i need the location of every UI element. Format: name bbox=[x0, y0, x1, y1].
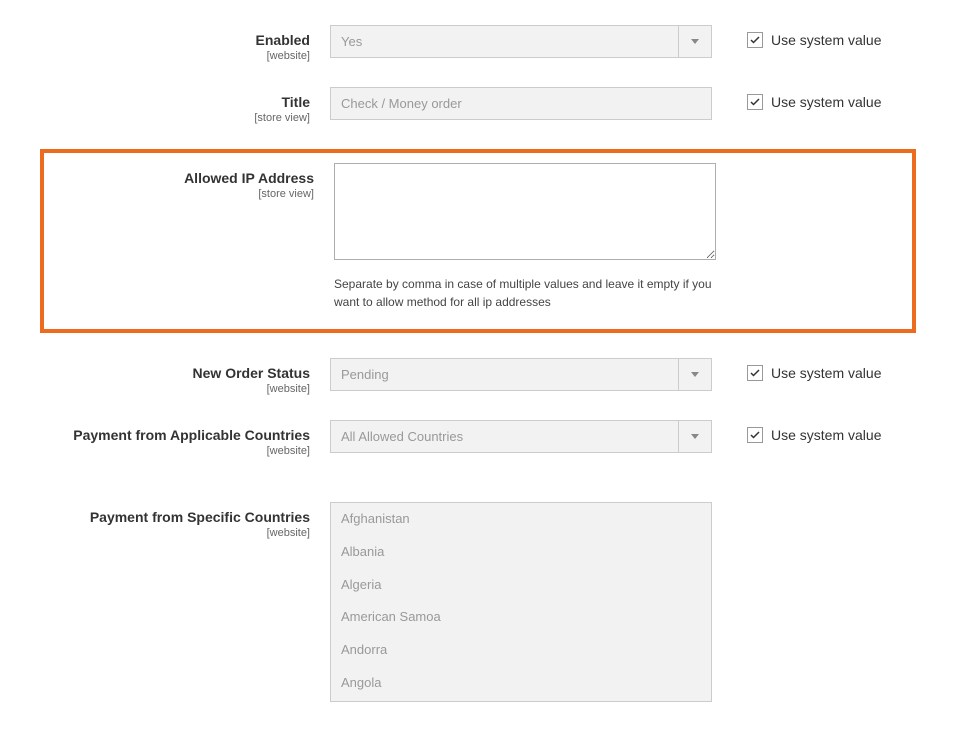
payment-applicable-use-system-checkbox[interactable] bbox=[747, 427, 763, 443]
country-option[interactable]: Afghanistan bbox=[331, 503, 711, 536]
label-col: Enabled [website] bbox=[40, 25, 330, 62]
new-order-status-value: Pending bbox=[331, 367, 678, 382]
enabled-use-system-checkbox[interactable] bbox=[747, 32, 763, 48]
new-order-status-use-system-checkbox[interactable] bbox=[747, 365, 763, 381]
label-col: Allowed IP Address [store view] bbox=[44, 163, 334, 200]
title-input[interactable]: Check / Money order bbox=[330, 87, 712, 120]
allowed-ip-textarea[interactable] bbox=[334, 163, 716, 260]
label-col: Payment from Specific Countries [website… bbox=[40, 502, 330, 539]
label-col: Title [store view] bbox=[40, 87, 330, 124]
payment-applicable-value: All Allowed Countries bbox=[331, 429, 678, 444]
allowed-ip-label: Allowed IP Address bbox=[44, 170, 314, 186]
enabled-scope: [website] bbox=[40, 50, 310, 62]
use-system-wrap: Use system value bbox=[747, 25, 881, 48]
enabled-select[interactable]: Yes bbox=[330, 25, 712, 58]
use-system-label: Use system value bbox=[771, 365, 881, 381]
chevron-down-icon bbox=[678, 26, 711, 57]
payment-applicable-scope: [website] bbox=[40, 445, 310, 457]
row-enabled: Enabled [website] Yes Use system value bbox=[40, 25, 916, 62]
title-value: Check / Money order bbox=[331, 96, 711, 111]
control-col: Check / Money order bbox=[330, 87, 712, 120]
country-option[interactable]: Andorra bbox=[331, 634, 711, 667]
spacer bbox=[40, 482, 916, 502]
payment-applicable-label: Payment from Applicable Countries bbox=[40, 427, 310, 443]
payment-specific-label: Payment from Specific Countries bbox=[40, 509, 310, 525]
allowed-ip-note: Separate by comma in case of multiple va… bbox=[334, 275, 716, 311]
row-title: Title [store view] Check / Money order U… bbox=[40, 87, 916, 124]
label-col: New Order Status [website] bbox=[40, 358, 330, 395]
use-system-label: Use system value bbox=[771, 32, 881, 48]
row-payment-specific: Payment from Specific Countries [website… bbox=[40, 502, 916, 702]
row-new-order-status: New Order Status [website] Pending Use s… bbox=[40, 358, 916, 395]
control-col: Separate by comma in case of multiple va… bbox=[334, 163, 716, 311]
enabled-label: Enabled bbox=[40, 32, 310, 48]
title-scope: [store view] bbox=[40, 112, 310, 124]
use-system-wrap: Use system value bbox=[747, 87, 881, 110]
new-order-status-label: New Order Status bbox=[40, 365, 310, 381]
new-order-status-select[interactable]: Pending bbox=[330, 358, 712, 391]
use-system-label: Use system value bbox=[771, 427, 881, 443]
control-col: Pending bbox=[330, 358, 712, 391]
label-col: Payment from Applicable Countries [websi… bbox=[40, 420, 330, 457]
enabled-select-value: Yes bbox=[331, 34, 678, 49]
use-system-wrap: Use system value bbox=[747, 420, 881, 443]
chevron-down-icon bbox=[678, 421, 711, 452]
control-col: AfghanistanAlbaniaAlgeriaAmerican SamoaA… bbox=[330, 502, 712, 702]
payment-specific-multiselect[interactable]: AfghanistanAlbaniaAlgeriaAmerican SamoaA… bbox=[330, 502, 712, 702]
row-allowed-ip: Allowed IP Address [store view] Separate… bbox=[44, 163, 912, 311]
control-col: All Allowed Countries bbox=[330, 420, 712, 453]
payment-specific-scope: [website] bbox=[40, 527, 310, 539]
control-col: Yes bbox=[330, 25, 712, 58]
country-option[interactable]: Albania bbox=[331, 536, 711, 569]
allowed-ip-scope: [store view] bbox=[44, 188, 314, 200]
country-option[interactable]: American Samoa bbox=[331, 601, 711, 634]
use-system-label: Use system value bbox=[771, 94, 881, 110]
payment-applicable-select[interactable]: All Allowed Countries bbox=[330, 420, 712, 453]
new-order-status-scope: [website] bbox=[40, 383, 310, 395]
country-option[interactable]: Algeria bbox=[331, 569, 711, 602]
country-option[interactable]: Angola bbox=[331, 667, 711, 700]
title-use-system-checkbox[interactable] bbox=[747, 94, 763, 110]
title-label: Title bbox=[40, 94, 310, 110]
row-payment-applicable: Payment from Applicable Countries [websi… bbox=[40, 420, 916, 457]
allowed-ip-highlight: Allowed IP Address [store view] Separate… bbox=[40, 149, 916, 333]
chevron-down-icon bbox=[678, 359, 711, 390]
country-option[interactable]: Anguilla bbox=[331, 700, 711, 702]
use-system-wrap: Use system value bbox=[747, 358, 881, 381]
